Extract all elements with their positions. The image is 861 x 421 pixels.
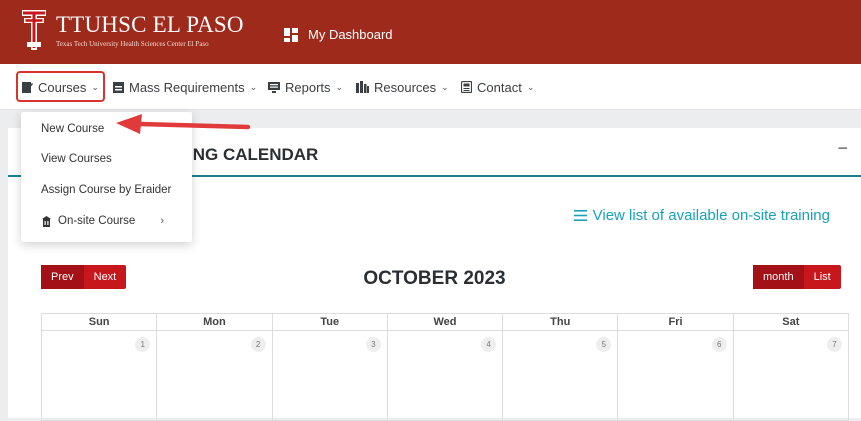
dashboard-icon (284, 27, 298, 42)
phone-icon (461, 81, 472, 93)
weekday-header: Tue (271, 313, 388, 331)
day-cell[interactable]: 3 (271, 330, 388, 421)
nav-label: Reports (285, 79, 331, 95)
day-cell[interactable]: 6 (617, 330, 734, 421)
day-number: 5 (596, 337, 612, 352)
menu-item-label: On-site Course (58, 215, 136, 227)
menu-item-onsite-course[interactable]: On-site Course (41, 215, 135, 227)
weekday-header-row: Sun Mon Tue Wed Thu Fri Sat (40, 313, 850, 331)
menu-item-new-course[interactable]: New Course (41, 123, 104, 135)
weekday-header: Fri (617, 313, 734, 331)
arrow-annotation-icon (116, 114, 251, 134)
calendar-icon (113, 82, 124, 93)
day-cell[interactable]: 1 (40, 330, 158, 421)
dashboard-label: My Dashboard (308, 27, 393, 42)
nav-label: Courses (38, 79, 87, 95)
app-header: TTUHSC EL PASO Texas Tech University Hea… (0, 0, 861, 64)
month-title: OCTOBER 2023 (363, 268, 506, 289)
monitor-icon (268, 82, 280, 93)
view-list-link[interactable]: View list of available on-site training (573, 207, 830, 224)
day-number: 3 (365, 337, 381, 352)
menu-item-view-courses[interactable]: View Courses (41, 153, 112, 165)
view-toggle-group: month List (753, 265, 841, 289)
day-number: 6 (711, 337, 727, 352)
nav-courses[interactable]: Courses ⌄ (22, 76, 99, 98)
clipboard-icon (22, 82, 33, 93)
weekday-header: Sun (40, 313, 158, 331)
nav-resources[interactable]: Resources ⌄ (356, 76, 449, 98)
week-row: 1 2 3 4 5 6 7 (40, 330, 850, 421)
menu-item-assign-course[interactable]: Assign Course by Eraider (41, 184, 171, 196)
month-view-button[interactable]: month (753, 265, 804, 289)
chevron-down-icon: ⌄ (91, 81, 99, 92)
nav-mass-requirements[interactable]: Mass Requirements ⌄ (113, 76, 257, 98)
day-number: 4 (481, 337, 497, 352)
nav-label: Contact (477, 79, 522, 95)
calendar-grid: Sun Mon Tue Wed Thu Fri Sat 1 2 3 4 5 6 … (40, 313, 850, 421)
day-number: 7 (827, 337, 842, 352)
chevron-right-icon: › (160, 215, 164, 227)
day-cell[interactable]: 7 (732, 330, 850, 421)
book-icon (356, 81, 369, 93)
nav-label: Resources (374, 79, 437, 95)
chevron-down-icon: ⌄ (335, 81, 344, 92)
day-cell[interactable]: 2 (156, 330, 273, 421)
day-cell[interactable]: 5 (502, 330, 619, 421)
day-cell[interactable]: 4 (386, 330, 504, 421)
brand-title[interactable]: TTUHSC EL PASO (56, 12, 244, 38)
nav-label: Mass Requirements (129, 79, 245, 95)
double-t-logo-icon[interactable] (22, 10, 46, 50)
day-number: 1 (135, 337, 151, 352)
weekday-header: Sat (732, 313, 850, 331)
collapse-button[interactable]: − (837, 138, 848, 159)
list-icon (573, 210, 587, 221)
chevron-down-icon: ⌄ (249, 81, 258, 92)
view-list-label: View list of available on-site training (592, 207, 830, 224)
nav-reports[interactable]: Reports ⌄ (268, 76, 343, 98)
panel-title: ING CALENDAR (188, 145, 319, 164)
chevron-down-icon: ⌄ (526, 81, 535, 92)
chevron-down-icon: ⌄ (441, 81, 449, 92)
main-nav: Courses ⌄ Mass Requirements ⌄ Reports ⌄ … (0, 64, 861, 110)
my-dashboard-link[interactable]: My Dashboard (284, 27, 393, 42)
weekday-header: Wed (386, 313, 504, 331)
nav-contact[interactable]: Contact ⌄ (461, 76, 534, 98)
weekday-header: Mon (156, 313, 273, 331)
weekday-header: Thu (502, 313, 619, 331)
day-number: 2 (250, 337, 266, 352)
brand-subtitle: Texas Tech University Health Sciences Ce… (56, 40, 209, 48)
list-view-button[interactable]: List (804, 265, 841, 289)
building-icon (42, 215, 51, 227)
